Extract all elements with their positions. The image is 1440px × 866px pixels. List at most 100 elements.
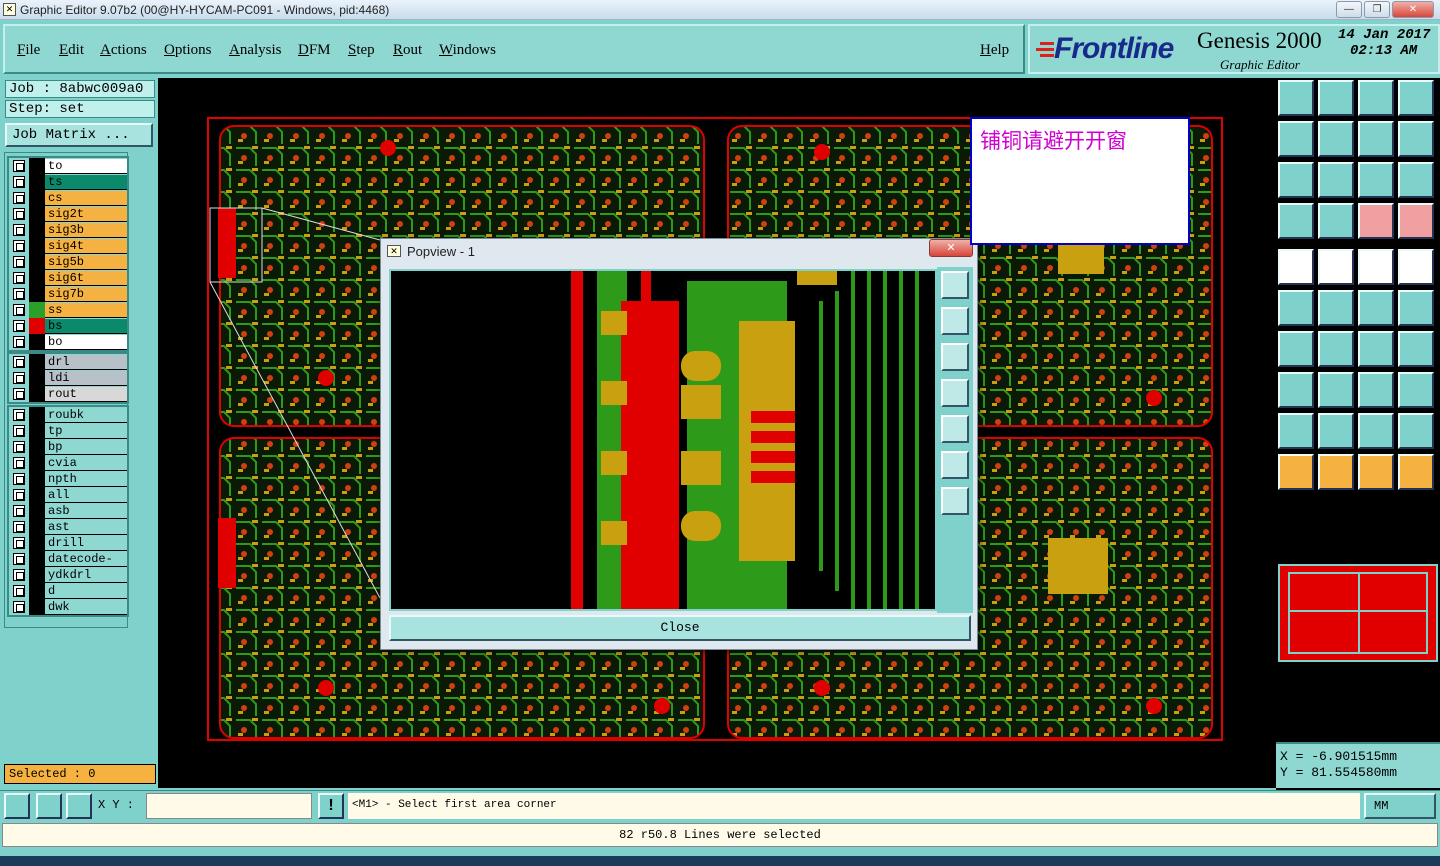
layer-name[interactable]: drl <box>45 354 127 370</box>
measure-mode-icon[interactable] <box>36 793 62 819</box>
layer-checkbox-icon[interactable] <box>13 425 25 437</box>
layer-row-sig7b[interactable]: sig7b <box>9 286 127 302</box>
layer-name[interactable]: bo <box>45 334 127 350</box>
zoom-prev-icon[interactable] <box>1278 121 1314 157</box>
layer-checkbox-icon[interactable] <box>13 304 25 316</box>
layer-name[interactable]: asb <box>45 503 127 519</box>
layer-row-datecode-pbc[interactable]: datecode-pbc <box>9 551 127 581</box>
layer-checkbox-icon[interactable] <box>13 521 25 533</box>
help-query-icon[interactable] <box>1398 162 1434 198</box>
layer-checkbox-icon[interactable] <box>13 160 25 172</box>
warn-d-icon[interactable] <box>1398 413 1434 449</box>
layer-row-bp[interactable]: bp <box>9 439 127 455</box>
mirror-icon[interactable] <box>1358 121 1394 157</box>
xy-input[interactable] <box>146 793 312 819</box>
move-icon[interactable] <box>1318 372 1354 408</box>
popview-pan-left-icon[interactable] <box>941 379 969 407</box>
popview-zoom-in-icon[interactable] <box>941 451 969 479</box>
popview-pan-down-icon[interactable] <box>941 343 969 371</box>
layer-name[interactable]: sig6t <box>45 270 127 286</box>
add-pad-icon[interactable] <box>1278 249 1314 285</box>
menu-help[interactable]: Help <box>980 42 1009 59</box>
snap-icon[interactable] <box>1398 121 1434 157</box>
layer-checkbox-icon[interactable] <box>13 240 25 252</box>
layer-row-drl[interactable]: drl <box>9 354 127 370</box>
layer-row-cvia[interactable]: cvia <box>9 455 127 471</box>
layer-row-ast[interactable]: ast <box>9 519 127 535</box>
layer-name[interactable]: ldi <box>45 370 127 386</box>
layer-name[interactable]: sig5b <box>45 254 127 270</box>
layer-name[interactable]: dwk <box>45 599 127 615</box>
ruler-icon[interactable] <box>1358 249 1394 285</box>
warn-c-icon[interactable] <box>1358 413 1394 449</box>
warn-b-icon[interactable] <box>1318 413 1354 449</box>
layer-name[interactable]: to <box>45 158 127 174</box>
layer-name[interactable]: ts <box>45 174 127 190</box>
popview-zoom-view[interactable] <box>389 269 937 611</box>
warn-a-icon[interactable] <box>1278 413 1314 449</box>
popview-pan-right-icon[interactable] <box>941 415 969 443</box>
zoom-window-icon[interactable] <box>1398 80 1434 116</box>
fill-icon[interactable] <box>1318 249 1354 285</box>
layer-name[interactable]: sig7b <box>45 286 127 302</box>
pointer-icon[interactable] <box>1278 454 1314 490</box>
connect-icon[interactable] <box>1278 290 1314 326</box>
layer-row-bs[interactable]: bs <box>9 318 127 334</box>
menu-dfm[interactable]: DFM <box>298 42 331 59</box>
layer-checkbox-icon[interactable] <box>13 192 25 204</box>
layer-checkbox-icon[interactable] <box>13 256 25 268</box>
layer-row-asb[interactable]: asb <box>9 503 127 519</box>
layer-row-ydkdrl[interactable]: ydkdrl <box>9 567 127 583</box>
popview-close-icon[interactable]: ✕ <box>929 239 973 257</box>
layer-checkbox-icon[interactable] <box>13 388 25 400</box>
layer-name[interactable]: bs <box>45 318 127 334</box>
zoom-home-icon[interactable] <box>1278 80 1314 116</box>
panel-overview-map[interactable] <box>1278 564 1438 662</box>
layer-name[interactable]: cvia <box>45 455 127 471</box>
layer-name[interactable]: rout <box>45 386 127 402</box>
layer-row-dwk[interactable]: dwk <box>9 599 127 615</box>
layer-row-rout[interactable]: rout <box>9 386 127 402</box>
layer-checkbox-icon[interactable] <box>13 288 25 300</box>
layer-checkbox-icon[interactable] <box>13 272 25 284</box>
layer-row-ldi[interactable]: ldi <box>9 370 127 386</box>
layer-toggle-icon[interactable] <box>1398 203 1434 239</box>
layer-row-sig4t[interactable]: sig4t <box>9 238 127 254</box>
layer-row-d[interactable]: d <box>9 583 127 599</box>
layer-checkbox-icon[interactable] <box>13 336 25 348</box>
layer-name[interactable]: drill <box>45 535 127 551</box>
layer-row-npth[interactable]: npth <box>9 471 127 487</box>
layer-checkbox-icon[interactable] <box>13 224 25 236</box>
shape-a-icon[interactable] <box>1278 372 1314 408</box>
restore-button[interactable]: ❐ <box>1364 1 1390 18</box>
layer-name[interactable]: datecode-pbc <box>45 551 127 581</box>
line-icon[interactable] <box>1398 290 1434 326</box>
layer-checkbox-icon[interactable] <box>13 585 25 597</box>
close-window-button[interactable]: ✕ <box>1392 1 1434 18</box>
layer-name[interactable]: ss <box>45 302 127 318</box>
popview-close-button[interactable]: Close <box>389 615 971 641</box>
feature-filter-icon[interactable] <box>1278 203 1314 239</box>
menu-file[interactable]: File <box>17 42 40 59</box>
rotate-icon[interactable] <box>1358 331 1394 367</box>
transform-icon[interactable] <box>1358 372 1394 408</box>
layer-row-sig2t[interactable]: sig2t <box>9 206 127 222</box>
layer-checkbox-icon[interactable] <box>13 537 25 549</box>
layer-checkbox-icon[interactable] <box>13 505 25 517</box>
layer-checkbox-icon[interactable] <box>13 176 25 188</box>
layer-row-ss[interactable]: ss <box>9 302 127 318</box>
circle-icon[interactable] <box>1398 249 1434 285</box>
layer-name[interactable]: ast <box>45 519 127 535</box>
minimize-button[interactable]: — <box>1336 1 1362 18</box>
layer-name[interactable]: all <box>45 487 127 503</box>
select-mode-icon[interactable] <box>4 793 30 819</box>
menu-edit[interactable]: Edit <box>59 42 84 59</box>
layer-name[interactable]: cs <box>45 190 127 206</box>
job-matrix-button[interactable]: Job Matrix ... <box>5 123 153 147</box>
menu-analysis[interactable]: Analysis <box>229 42 282 59</box>
layer-checkbox-icon[interactable] <box>13 320 25 332</box>
popview-zoom-out-icon[interactable] <box>941 487 969 515</box>
layer-row-to[interactable]: to <box>9 158 127 174</box>
menu-rout[interactable]: Rout <box>393 42 422 59</box>
layer-row-roubk[interactable]: roubk <box>9 407 127 423</box>
